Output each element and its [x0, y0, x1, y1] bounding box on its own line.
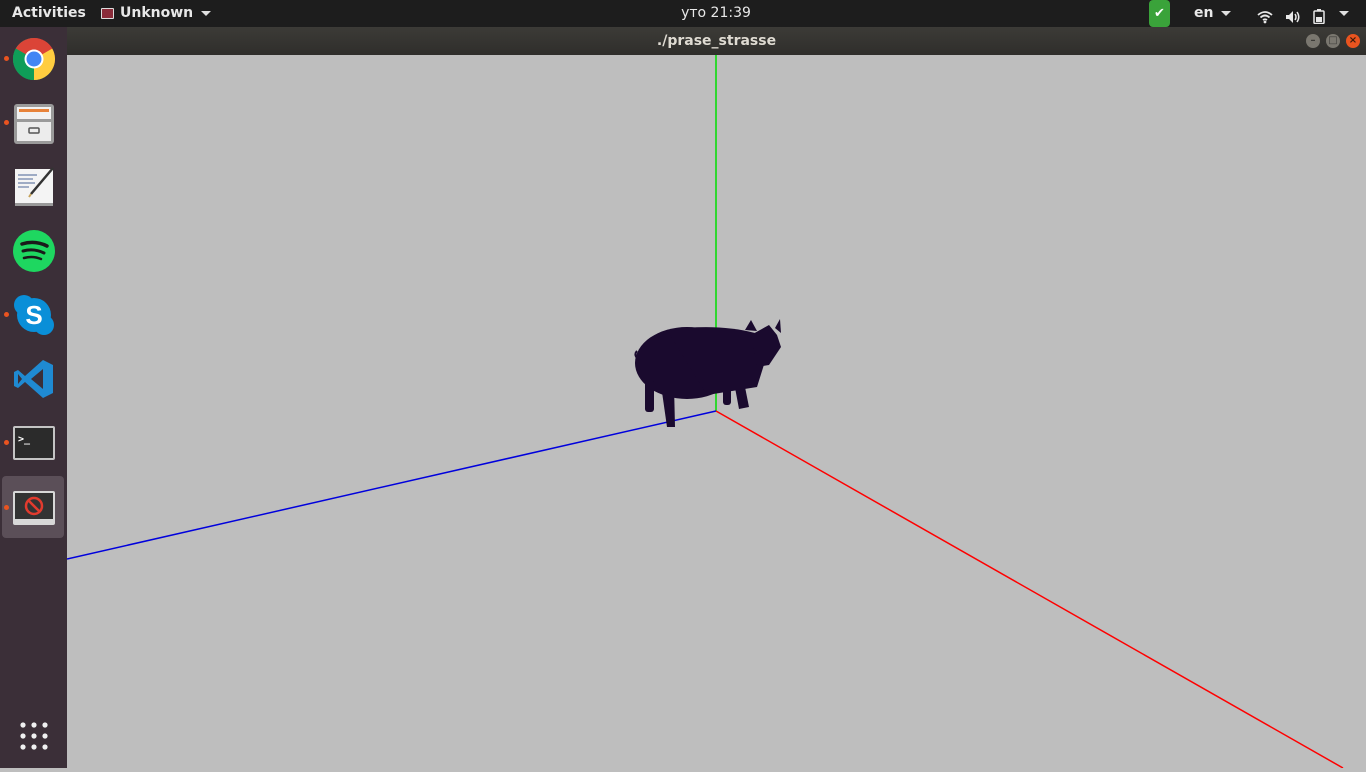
window-title: ./prase_strasse	[656, 33, 777, 49]
language-label: en	[1194, 5, 1214, 21]
volume-icon	[1286, 11, 1300, 23]
unknown-app-icon	[13, 491, 55, 525]
file-cabinet-icon	[14, 104, 54, 144]
system-tray[interactable]	[1257, 0, 1349, 27]
window-titlebar[interactable]: ./prase_strasse – □ ×	[67, 27, 1366, 55]
running-indicator	[4, 505, 9, 510]
minimize-button[interactable]: –	[1306, 34, 1320, 48]
show-applications-icon	[20, 722, 48, 750]
running-indicator	[4, 56, 9, 61]
chrome-icon	[13, 38, 55, 80]
dock-item-spotify[interactable]	[2, 219, 64, 281]
update-check-icon[interactable]: ✔	[1149, 0, 1170, 27]
terminal-icon: >_	[13, 426, 55, 460]
running-indicator	[4, 440, 9, 445]
running-indicator	[4, 312, 9, 317]
pig-icon	[634, 319, 781, 427]
dock-item-unknown-app[interactable]	[2, 476, 64, 538]
spotify-icon	[13, 230, 55, 272]
maximize-button[interactable]: □	[1326, 34, 1340, 48]
3d-viewport[interactable]	[66, 55, 1366, 769]
z-axis	[66, 410, 717, 560]
svg-text:S: S	[25, 300, 42, 330]
vscode-icon	[14, 360, 53, 398]
chevron-down-icon	[1221, 11, 1232, 16]
x-axis	[715, 410, 1344, 769]
dock-item-vscode[interactable]	[2, 347, 64, 409]
dock-item-terminal[interactable]: >_	[2, 411, 64, 473]
skype-icon: S	[14, 295, 54, 335]
battery-icon	[1313, 9, 1325, 24]
show-applications-button[interactable]	[2, 704, 64, 766]
scene-canvas	[66, 55, 1344, 769]
system-menu-chevron-icon	[1339, 11, 1349, 16]
svg-text:>_: >_	[18, 434, 31, 445]
dock-item-text-editor[interactable]	[2, 155, 64, 217]
wifi-icon	[1257, 11, 1273, 24]
close-button[interactable]: ×	[1346, 34, 1360, 48]
text-editor-icon	[15, 167, 54, 206]
dock-item-files[interactable]	[2, 91, 64, 153]
top-panel: Activities Unknown уто 21:39 ✔ en	[0, 0, 1366, 27]
dock-item-skype[interactable]: S	[2, 283, 64, 345]
dock-item-chrome[interactable]	[2, 27, 64, 89]
dock: S >_	[0, 27, 67, 768]
language-selector[interactable]: en	[1194, 0, 1232, 27]
running-indicator	[4, 120, 9, 125]
